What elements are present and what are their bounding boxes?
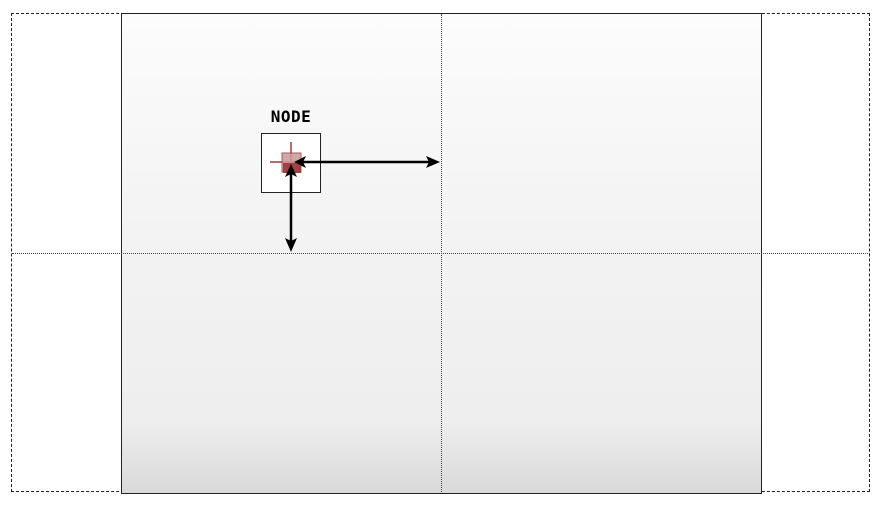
horizontal-center-guide bbox=[12, 253, 870, 254]
node-box[interactable] bbox=[261, 133, 321, 193]
node-label: NODE bbox=[270, 107, 312, 126]
